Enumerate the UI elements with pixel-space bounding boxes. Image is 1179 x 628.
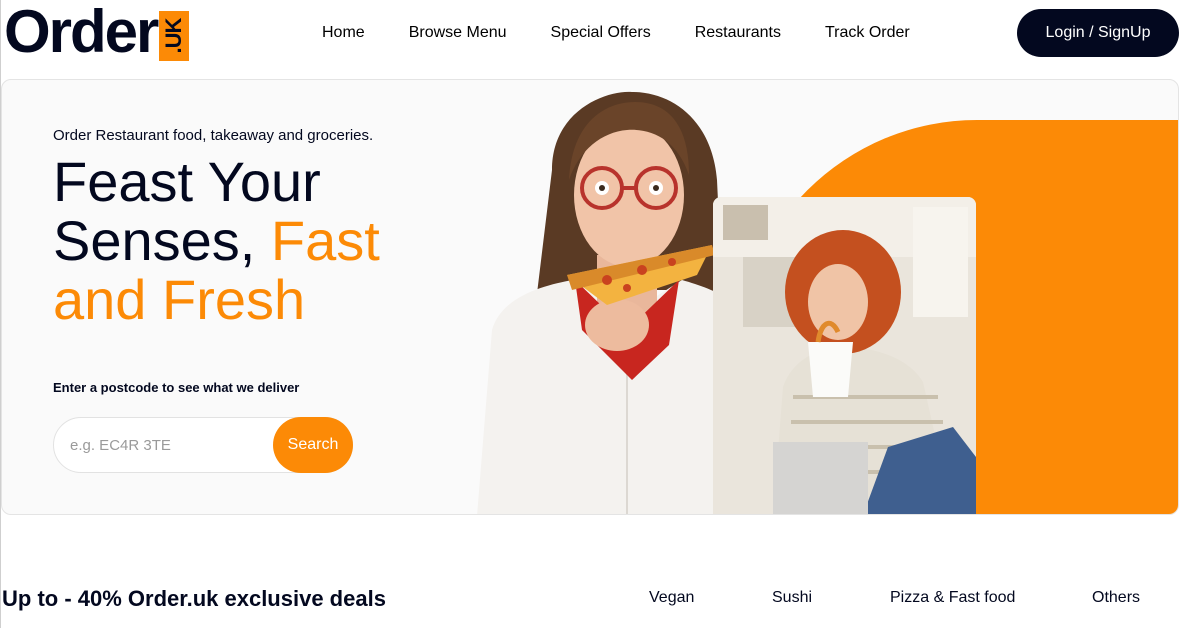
postcode-input[interactable] [70,418,270,472]
nav-browse-menu[interactable]: Browse Menu [409,24,507,42]
nav-track-order[interactable]: Track Order [825,24,910,42]
headline-line-1: Feast Your [53,150,321,213]
hero-tagline: Order Restaurant food, takeaway and groc… [53,127,374,144]
postcode-label: Enter a postcode to see what we deliver [53,380,300,395]
nav-special-offers[interactable]: Special Offers [551,24,651,42]
headline-line-2: Senses, [53,209,271,272]
hero-headline: Feast Your Senses, Fast and Fresh [53,152,380,329]
nav-restaurants[interactable]: Restaurants [695,24,781,42]
deal-category-filters: Vegan Sushi Pizza & Fast food Others [0,589,1179,613]
hero-photo-noodle-woman [713,197,976,514]
filter-sushi[interactable]: Sushi [772,589,812,607]
headline-accent-fresh: and Fresh [53,268,306,331]
logo-wordmark: Order [4,0,159,65]
hero-banner: Order Restaurant food, takeaway and groc… [1,79,1179,515]
main-nav: Home Browse Menu Special Offers Restaura… [300,24,910,42]
logo-badge: .UK [159,11,190,61]
filter-others[interactable]: Others [1092,589,1140,607]
search-button[interactable]: Search [273,417,353,473]
headline-accent-fast: Fast [270,209,380,272]
logo-badge-text: .UK [161,18,187,54]
postcode-search: Search [53,417,353,473]
filter-vegan[interactable]: Vegan [649,589,694,607]
site-header: Order .UK Home Browse Menu Special Offer… [0,0,1179,70]
filter-pizza-fast-food[interactable]: Pizza & Fast food [890,589,1015,607]
brand-logo[interactable]: Order .UK [4,0,190,65]
login-signup-button[interactable]: Login / SignUp [1017,9,1179,57]
nav-home[interactable]: Home [322,24,365,42]
